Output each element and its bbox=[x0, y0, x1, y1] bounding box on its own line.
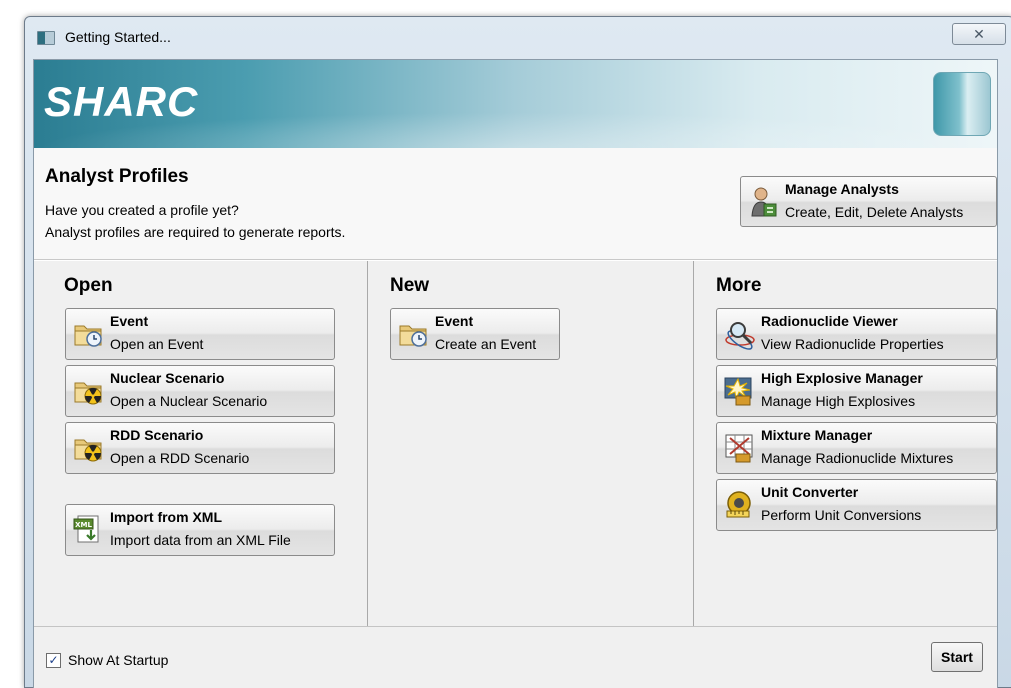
title-bar[interactable]: Getting Started... ✕ bbox=[25, 17, 1011, 59]
radionuclide-viewer-subtitle: View Radionuclide Properties bbox=[761, 336, 944, 352]
manage-analysts-title: Manage Analysts bbox=[785, 181, 899, 197]
create-event-button[interactable]: Event Create an Event bbox=[390, 308, 560, 360]
mixture-manager-button[interactable]: Mixture Manager Manage Radionuclide Mixt… bbox=[716, 422, 997, 474]
manage-analysts-subtitle: Create, Edit, Delete Analysts bbox=[785, 204, 964, 220]
dialog-content: SHARC Analyst Profiles Have you created … bbox=[33, 59, 998, 688]
high-explosive-title: High Explosive Manager bbox=[761, 370, 923, 386]
nuclear-scenario-subtitle: Open a Nuclear Scenario bbox=[110, 393, 268, 409]
tape-measure-icon bbox=[726, 491, 751, 518]
more-column: More Radionuclide Viewer View Radionucli… bbox=[695, 261, 997, 626]
profiles-requirement-text: Analyst profiles are required to generat… bbox=[45, 224, 346, 240]
close-icon: ✕ bbox=[973, 26, 985, 42]
window-title: Getting Started... bbox=[65, 29, 171, 45]
mixture-grid-icon bbox=[725, 434, 753, 463]
sharc-logo: SHARC bbox=[44, 78, 199, 125]
magnifier-atom-icon bbox=[725, 322, 755, 350]
sharc-banner: SHARC bbox=[34, 60, 997, 148]
high-explosive-manager-button[interactable]: High Explosive Manager Manage High Explo… bbox=[716, 365, 997, 417]
analyst-person-icon bbox=[751, 187, 777, 217]
open-column: Open Event Open an Event Nuclear Scenari… bbox=[34, 261, 368, 626]
rdd-scenario-subtitle: Open a RDD Scenario bbox=[110, 450, 250, 466]
rdd-scenario-title: RDD Scenario bbox=[110, 427, 204, 443]
open-heading: Open bbox=[64, 275, 113, 296]
getting-started-window: Getting Started... ✕ SHARC Analyst Profi… bbox=[24, 16, 1011, 688]
analyst-profiles-heading: Analyst Profiles bbox=[45, 166, 189, 187]
import-from-xml-button[interactable]: XML Import from XML Import data from an … bbox=[65, 504, 335, 556]
unit-converter-title: Unit Converter bbox=[761, 484, 859, 500]
unit-converter-subtitle: Perform Unit Conversions bbox=[761, 507, 922, 523]
explosion-icon bbox=[724, 377, 752, 406]
analyst-profiles-section: Analyst Profiles Have you created a prof… bbox=[34, 148, 997, 260]
folder-clock-icon bbox=[399, 325, 427, 347]
folder-radiation-icon bbox=[74, 439, 102, 462]
open-event-subtitle: Open an Event bbox=[110, 336, 204, 352]
open-event-button[interactable]: Event Open an Event bbox=[65, 308, 335, 360]
profiles-question-text: Have you created a profile yet? bbox=[45, 202, 239, 218]
show-at-startup-label[interactable]: Show At Startup bbox=[68, 652, 168, 668]
open-event-title: Event bbox=[110, 313, 149, 329]
show-at-startup-checkbox[interactable]: ✓ bbox=[46, 653, 61, 668]
start-button[interactable]: Start bbox=[931, 642, 983, 672]
sharc-logo-mark-icon bbox=[933, 72, 991, 136]
more-heading: More bbox=[716, 275, 762, 296]
nuclear-scenario-title: Nuclear Scenario bbox=[110, 370, 225, 386]
radionuclide-viewer-title: Radionuclide Viewer bbox=[761, 313, 898, 329]
open-rdd-scenario-button[interactable]: RDD Scenario Open a RDD Scenario bbox=[65, 422, 335, 474]
radionuclide-viewer-button[interactable]: Radionuclide Viewer View Radionuclide Pr… bbox=[716, 308, 997, 360]
mixture-manager-title: Mixture Manager bbox=[761, 427, 873, 443]
new-column: New Event Create an Event bbox=[369, 261, 694, 626]
dialog-footer: ✓ Show At Startup Start bbox=[34, 626, 997, 688]
open-nuclear-scenario-button[interactable]: Nuclear Scenario Open a Nuclear Scenario bbox=[65, 365, 335, 417]
new-heading: New bbox=[390, 275, 430, 296]
actions-area: Open Event Open an Event Nuclear Scenari… bbox=[34, 261, 997, 626]
create-event-subtitle: Create an Event bbox=[435, 336, 537, 352]
import-xml-subtitle: Import data from an XML File bbox=[110, 532, 291, 548]
folder-clock-icon bbox=[74, 325, 102, 347]
xml-import-icon: XML bbox=[73, 515, 99, 543]
xml-icon-label: XML bbox=[75, 521, 92, 529]
app-window-icon bbox=[37, 31, 55, 45]
import-xml-title: Import from XML bbox=[110, 509, 222, 525]
unit-converter-button[interactable]: Unit Converter Perform Unit Conversions bbox=[716, 479, 997, 531]
high-explosive-subtitle: Manage High Explosives bbox=[761, 393, 916, 409]
manage-analysts-button[interactable]: Manage Analysts Create, Edit, Delete Ana… bbox=[740, 176, 997, 227]
folder-radiation-icon bbox=[74, 382, 102, 405]
create-event-title: Event bbox=[435, 313, 474, 329]
close-button[interactable]: ✕ bbox=[952, 23, 1006, 45]
mixture-manager-subtitle: Manage Radionuclide Mixtures bbox=[761, 450, 954, 466]
